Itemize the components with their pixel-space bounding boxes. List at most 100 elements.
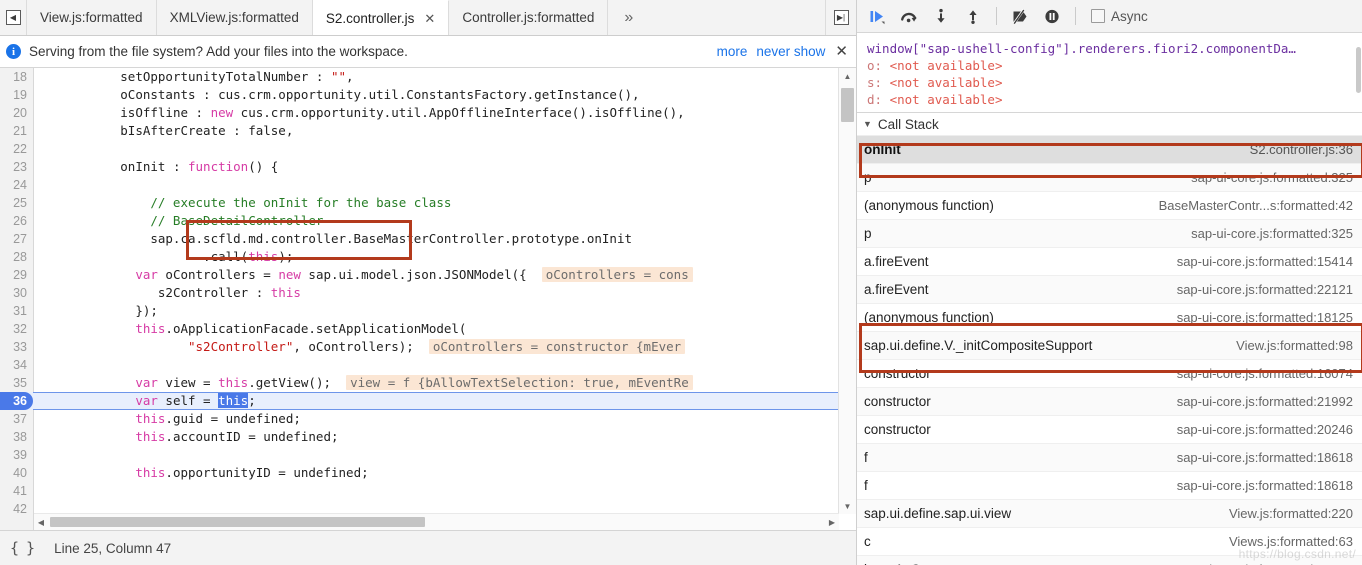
scope-row[interactable]: o: <not available>	[857, 57, 1362, 74]
code-line[interactable]: 42	[0, 500, 838, 514]
code-line[interactable]: 24	[0, 176, 838, 194]
editor-vertical-scrollbar[interactable]: ▲ ▼	[838, 68, 856, 514]
code-line[interactable]: 38 this.accountID = undefined;	[0, 428, 838, 446]
line-number[interactable]: 22	[0, 140, 27, 158]
line-number[interactable]: 40	[0, 464, 27, 482]
scope-row[interactable]: s: <not available>	[857, 74, 1362, 91]
code-line[interactable]: 23 onInit : function() {	[0, 158, 838, 176]
line-number[interactable]: 42	[0, 500, 27, 514]
call-stack-row[interactable]: a.fireEvent sap-ui-core.js:formatted:1541…	[857, 248, 1362, 276]
call-stack-list[interactable]: onInit S2.controller.js:36 p sap-ui-core.js…	[857, 136, 1362, 565]
call-stack-row[interactable]: sap.ui.define.sap.ui.view View.js:formatt…	[857, 500, 1362, 528]
step-out-button[interactable]	[959, 3, 987, 29]
line-number[interactable]: 18	[0, 68, 27, 86]
code-editor[interactable]: 18 setOpportunityTotalNumber : "", 19 oCo…	[0, 68, 856, 530]
call-stack-row[interactable]: (anonymous function) sap-ui-core.js:forma…	[857, 304, 1362, 332]
tab-list-button[interactable]: ▶|	[825, 0, 856, 35]
scroll-left-arrow[interactable]: ◀	[34, 514, 48, 530]
call-stack-row[interactable]: f sap-ui-core.js:formatted:18618	[857, 472, 1362, 500]
call-stack-header[interactable]: ▼ Call Stack	[857, 113, 1362, 136]
line-number[interactable]: 19	[0, 86, 27, 104]
call-stack-row[interactable]: p sap-ui-core.js:formatted:325	[857, 164, 1362, 192]
code-line[interactable]: 36 var self = this;	[0, 392, 838, 410]
code-line[interactable]: 33 "s2Controller", oControllers); oContr…	[0, 338, 838, 356]
line-number[interactable]: 33	[0, 338, 27, 356]
code-line[interactable]: 29 var oControllers = new sap.ui.model.j…	[0, 266, 838, 284]
code-line[interactable]: 35 var view = this.getView(); view = f {…	[0, 374, 838, 392]
call-stack-row[interactable]: onInit S2.controller.js:36	[857, 136, 1362, 164]
step-over-button[interactable]	[895, 3, 923, 29]
code-line[interactable]: 40 this.opportunityID = undefined;	[0, 464, 838, 482]
line-number[interactable]: 36	[0, 392, 33, 410]
call-stack-row[interactable]: p sap-ui-core.js:formatted:325	[857, 220, 1362, 248]
line-number[interactable]: 41	[0, 482, 27, 500]
scroll-up-arrow[interactable]: ▲	[839, 68, 856, 84]
scope-scrollbar-thumb[interactable]	[1356, 47, 1361, 93]
async-checkbox[interactable]: Async	[1091, 9, 1148, 24]
deactivate-breakpoints-button[interactable]	[1006, 3, 1034, 29]
line-number[interactable]: 25	[0, 194, 27, 212]
pretty-print-icon[interactable]: { }	[10, 539, 35, 557]
scope-row[interactable]: d: <not available>	[857, 91, 1362, 108]
editor-tab-2[interactable]: S2.controller.js ✕	[312, 0, 450, 35]
call-stack-row[interactable]: (anonymous function) BaseMasterContr...s:…	[857, 192, 1362, 220]
code-line[interactable]: 21 bIsAfterCreate : false,	[0, 122, 838, 140]
code-line[interactable]: 27 sap.ca.scfld.md.controller.BaseMaster…	[0, 230, 838, 248]
code-line[interactable]: 20 isOffline : new cus.crm.opportunity.u…	[0, 104, 838, 122]
line-number[interactable]: 21	[0, 122, 27, 140]
code-line[interactable]: 30 s2Controller : this	[0, 284, 838, 302]
code-line[interactable]: 19 oConstants : cus.crm.opportunity.util…	[0, 86, 838, 104]
editor-tab-3[interactable]: Controller.js:formatted	[449, 0, 609, 35]
code-line[interactable]: 26 // BaseDetailController	[0, 212, 838, 230]
line-number[interactable]: 24	[0, 176, 27, 194]
info-more-link[interactable]: more	[717, 44, 748, 59]
call-stack-row[interactable]: constructor sap-ui-core.js:formatted:2199…	[857, 388, 1362, 416]
call-stack-row[interactable]: a.fireEvent sap-ui-core.js:formatted:2212…	[857, 276, 1362, 304]
resume-script-button[interactable]	[863, 3, 891, 29]
call-stack-row[interactable]: c Views.js:formatted:63	[857, 528, 1362, 556]
vertical-scroll-thumb[interactable]	[841, 88, 854, 122]
code-line[interactable]: 34	[0, 356, 838, 374]
code-line[interactable]: 31 });	[0, 302, 838, 320]
code-line[interactable]: 37 this.guid = undefined;	[0, 410, 838, 428]
line-number[interactable]: 23	[0, 158, 27, 176]
call-stack-row[interactable]: sap.ui.define.V._initCompositeSupport Vie…	[857, 332, 1362, 360]
line-number[interactable]: 34	[0, 356, 27, 374]
line-number[interactable]: 26	[0, 212, 27, 230]
line-number[interactable]: 29	[0, 266, 27, 284]
pause-on-exceptions-button[interactable]	[1038, 3, 1066, 29]
call-stack-row[interactable]: b.runAsOwnersap-ui-core.js:formatted:187…	[857, 556, 1362, 565]
line-number[interactable]: 39	[0, 446, 27, 464]
editor-tab-0[interactable]: View.js:formatted	[27, 0, 157, 35]
editor-horizontal-scrollbar[interactable]: ◀ ▶	[34, 513, 839, 530]
code-line[interactable]: 32 this.oApplicationFacade.setApplicatio…	[0, 320, 838, 338]
code-line[interactable]: 22	[0, 140, 838, 158]
code-line[interactable]: 41	[0, 482, 838, 500]
scroll-right-arrow[interactable]: ▶	[825, 514, 839, 530]
line-number[interactable]: 37	[0, 410, 27, 428]
code-line[interactable]: 18 setOpportunityTotalNumber : "",	[0, 68, 838, 86]
line-number[interactable]: 38	[0, 428, 27, 446]
tab-overflow-button[interactable]: »	[608, 0, 650, 35]
line-number[interactable]: 31	[0, 302, 27, 320]
close-icon[interactable]: ✕	[835, 44, 848, 59]
line-number[interactable]: 32	[0, 320, 27, 338]
line-number[interactable]: 20	[0, 104, 27, 122]
line-number[interactable]: 30	[0, 284, 27, 302]
code-line[interactable]: 25 // execute the onInit for the base cl…	[0, 194, 838, 212]
call-stack-row[interactable]: constructor sap-ui-core.js:formatted:1607…	[857, 360, 1362, 388]
call-stack-row[interactable]: f sap-ui-core.js:formatted:18618	[857, 444, 1362, 472]
step-into-button[interactable]	[927, 3, 955, 29]
horizontal-scroll-thumb[interactable]	[50, 517, 425, 527]
line-number[interactable]: 35	[0, 374, 27, 392]
checkbox-box[interactable]	[1091, 9, 1105, 23]
editor-tab-1[interactable]: XMLView.js:formatted	[156, 0, 313, 35]
scope-expression[interactable]: window["sap-ushell-config"].renderers.fi…	[857, 40, 1362, 57]
tab-scroll-left-button[interactable]: ◀	[0, 0, 27, 35]
line-number[interactable]: 27	[0, 230, 27, 248]
code-line[interactable]: 39	[0, 446, 838, 464]
scroll-down-arrow[interactable]: ▼	[839, 498, 856, 514]
scope-watch-area[interactable]: window["sap-ushell-config"].renderers.fi…	[857, 33, 1362, 113]
close-icon[interactable]: ✕	[424, 12, 435, 25]
line-number[interactable]: 28	[0, 248, 27, 266]
